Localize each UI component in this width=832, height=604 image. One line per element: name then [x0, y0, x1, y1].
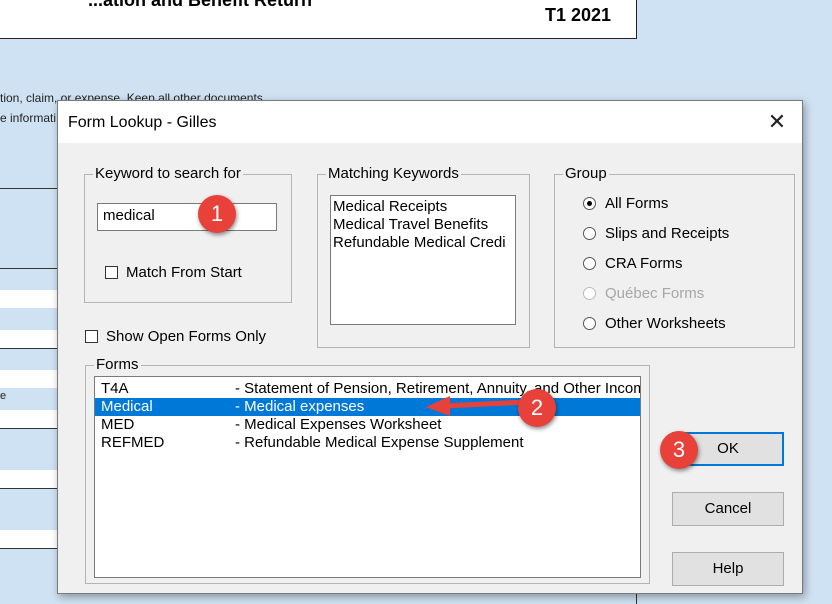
- group-legend: Group: [563, 165, 609, 183]
- forms-list-row[interactable]: MED - Medical Expenses Worksheet: [95, 416, 640, 434]
- radio-icon[interactable]: [583, 317, 596, 330]
- matching-keyword-item[interactable]: Refundable Medical Credi: [331, 234, 515, 252]
- form-field-band: [0, 410, 58, 428]
- form-description: - Medical expenses: [235, 398, 365, 415]
- show-open-forms-checkbox[interactable]: [85, 330, 98, 343]
- radio-cra-forms[interactable]: CRA Forms: [583, 255, 683, 272]
- matching-keyword-item[interactable]: Medical Travel Benefits: [331, 216, 515, 234]
- forms-listbox[interactable]: T4A - Statement of Pension, Retirement, …: [94, 376, 641, 578]
- form-title-fragment: ...ation and Benefit Return: [88, 0, 313, 10]
- step-badge-3: 3: [660, 431, 698, 469]
- form-rule: [0, 188, 58, 189]
- form-field-band: [0, 290, 58, 308]
- close-icon[interactable]: ✕: [766, 111, 788, 133]
- form-code: MED: [101, 416, 135, 433]
- radio-label: All Forms: [605, 195, 669, 212]
- form-header-box: ...ation and Benefit Return T1 2021: [0, 0, 637, 39]
- match-from-start-label: Match From Start: [126, 264, 242, 281]
- forms-legend: Forms: [94, 356, 141, 374]
- form-rule: [0, 428, 58, 429]
- keyword-search-input[interactable]: medical: [97, 203, 277, 231]
- step-badge-1: 1: [198, 195, 236, 233]
- keyword-group-legend: Keyword to search for: [93, 165, 243, 183]
- forms-list-row[interactable]: T4A - Statement of Pension, Retirement, …: [95, 380, 640, 398]
- keyword-groupbox: Keyword to search for medical Match From…: [84, 165, 292, 303]
- form-field-band: [0, 530, 58, 548]
- form-description: - Medical Expenses Worksheet: [235, 416, 442, 433]
- radio-icon[interactable]: [583, 257, 596, 270]
- show-open-forms-label: Show Open Forms Only: [106, 328, 267, 345]
- form-side-fragment: e: [0, 390, 7, 402]
- form-code: Medical: [101, 398, 153, 415]
- dialog-titlebar[interactable]: Form Lookup - Gilles ✕: [58, 101, 802, 143]
- radio-label: CRA Forms: [605, 255, 683, 272]
- form-rule: [0, 548, 58, 549]
- pointer-arrow-icon: [426, 396, 529, 416]
- form-rule: [0, 268, 58, 269]
- radio-disabled-icon: [583, 287, 596, 300]
- matching-keywords-legend: Matching Keywords: [326, 165, 461, 183]
- form-field-band: [0, 330, 58, 348]
- matching-keywords-listbox[interactable]: Medical Receipts Medical Travel Benefits…: [330, 195, 516, 325]
- form-code: T4A: [101, 380, 129, 397]
- matching-keyword-item[interactable]: Medical Receipts: [331, 198, 515, 216]
- form-instruction-text-2: e informati: [0, 111, 57, 125]
- match-from-start-checkbox-row[interactable]: Match From Start: [105, 264, 242, 281]
- forms-list-row[interactable]: REFMED - Refundable Medical Expense Supp…: [95, 434, 640, 452]
- radio-label: Slips and Receipts: [605, 225, 730, 242]
- dialog-title: Form Lookup - Gilles: [68, 114, 217, 131]
- radio-icon[interactable]: [583, 227, 596, 240]
- form-field-band: [0, 470, 58, 488]
- forms-groupbox: Forms T4A - Statement of Pension, Retire…: [85, 356, 650, 584]
- matching-keywords-groupbox: Matching Keywords Medical Receipts Medic…: [317, 165, 530, 348]
- form-description: - Refundable Medical Expense Supplement: [235, 434, 524, 451]
- radio-label: Other Worksheets: [605, 315, 726, 332]
- form-code: REFMED: [101, 434, 165, 451]
- radio-selected-icon[interactable]: [583, 197, 596, 210]
- radio-quebec-forms: Québec Forms: [583, 285, 704, 302]
- form-rule: [0, 348, 58, 349]
- forms-list-row-selected[interactable]: Medical - Medical expenses: [95, 398, 640, 416]
- step-badge-2: 2: [518, 389, 556, 427]
- group-filter-groupbox: Group All Forms Slips and Receipts CRA F…: [554, 165, 795, 348]
- form-rule: [636, 594, 637, 604]
- form-field-band: [0, 370, 58, 388]
- form-rule: [0, 488, 58, 489]
- show-open-forms-checkbox-row[interactable]: Show Open Forms Only: [85, 328, 266, 345]
- help-button[interactable]: Help: [672, 552, 784, 586]
- radio-other-worksheets[interactable]: Other Worksheets: [583, 315, 726, 332]
- radio-slips-and-receipts[interactable]: Slips and Receipts: [583, 225, 729, 242]
- radio-label-disabled: Québec Forms: [605, 285, 705, 302]
- cancel-button[interactable]: Cancel: [672, 492, 784, 526]
- form-code-label: T1 2021: [545, 5, 612, 25]
- radio-all-forms[interactable]: All Forms: [583, 195, 668, 212]
- match-from-start-checkbox[interactable]: [105, 266, 118, 279]
- form-lookup-dialog: Form Lookup - Gilles ✕ Keyword to search…: [57, 100, 803, 594]
